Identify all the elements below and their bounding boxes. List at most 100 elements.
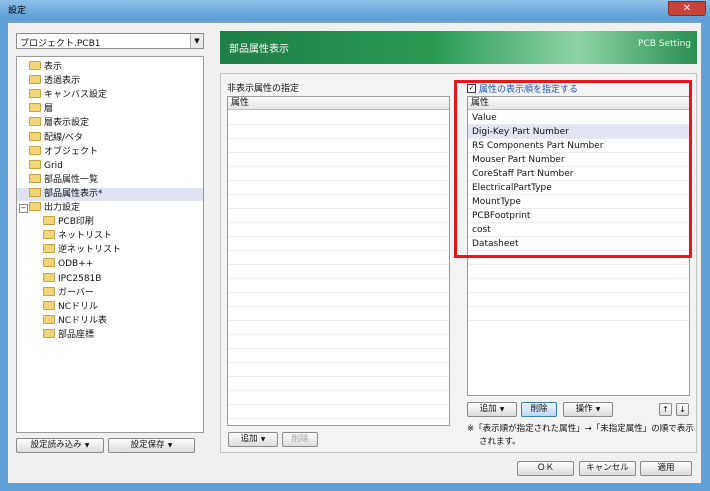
- hidden-add-button[interactable]: 追加 ▼: [228, 432, 278, 447]
- empty-row[interactable]: [228, 181, 449, 195]
- dropdown-arrow-icon: ▼: [167, 442, 173, 449]
- empty-row[interactable]: [228, 349, 449, 363]
- empty-row[interactable]: [228, 251, 449, 265]
- empty-row[interactable]: [228, 335, 449, 349]
- folder-icon: [29, 75, 41, 85]
- empty-row[interactable]: [468, 265, 689, 279]
- empty-row[interactable]: [228, 223, 449, 237]
- empty-row[interactable]: [228, 321, 449, 335]
- settings-window: 設定 ✕ プロジェクト.PCB1 ▼ 表示透過表示 キャンバス設定層層表示設定配線…: [0, 0, 710, 491]
- move-down-button[interactable]: ↓: [676, 403, 689, 416]
- order-add-label: 追加: [479, 404, 497, 414]
- empty-row[interactable]: [468, 307, 689, 321]
- tree-item[interactable]: PCB印刷: [43, 216, 94, 229]
- dropdown-arrow-icon: ▼: [595, 406, 601, 413]
- empty-row[interactable]: [228, 111, 449, 125]
- tree-item[interactable]: ODB++: [43, 258, 93, 271]
- hidden-delete-button[interactable]: 削除: [282, 432, 318, 447]
- tree-item[interactable]: IPC2581B: [43, 272, 101, 286]
- empty-row[interactable]: [228, 293, 449, 307]
- order-add-button[interactable]: 追加 ▼: [467, 402, 517, 417]
- tree-item[interactable]: 部品属性一覧: [29, 173, 99, 187]
- tree-item[interactable]: ガーバー: [43, 286, 94, 300]
- tree-item-label: 層表示設定: [44, 118, 90, 129]
- tree-item-label: Grid: [44, 160, 63, 171]
- empty-row[interactable]: [228, 363, 449, 377]
- project-select-value: プロジェクト.PCB1: [20, 39, 101, 49]
- empty-row[interactable]: [228, 167, 449, 181]
- empty-row[interactable]: [228, 391, 449, 405]
- empty-row[interactable]: [228, 139, 449, 153]
- empty-row[interactable]: [468, 293, 689, 307]
- tree-item-label: NCドリル表: [58, 315, 108, 326]
- empty-row[interactable]: [228, 153, 449, 167]
- empty-row[interactable]: [228, 209, 449, 223]
- tree-item-label: 部品属性一覧: [44, 174, 99, 185]
- folder-icon: [43, 328, 55, 338]
- section-title: 部品属性表示: [229, 44, 289, 55]
- tree-item[interactable]: 表示: [29, 61, 62, 74]
- dropdown-arrow-icon: ▼: [84, 442, 90, 449]
- tree-item[interactable]: 配線/ベタ: [29, 131, 83, 145]
- folder-icon: [43, 300, 55, 310]
- tree-item-label: NCドリル: [58, 301, 99, 312]
- tree-item[interactable]: 部品属性表示*: [17, 187, 203, 201]
- tree-item[interactable]: ネットリスト: [43, 230, 112, 243]
- tree-item[interactable]: 部品座標: [43, 328, 95, 342]
- tree-item-label: ガーバー: [58, 287, 94, 298]
- empty-row[interactable]: [228, 307, 449, 321]
- folder-icon: [29, 89, 41, 99]
- chevron-down-icon[interactable]: ▼: [190, 34, 203, 48]
- hidden-add-label: 追加: [240, 434, 258, 444]
- tree-item[interactable]: 逆ネットリスト: [43, 244, 121, 257]
- empty-row[interactable]: [228, 377, 449, 391]
- apply-button[interactable]: 適用: [640, 461, 692, 476]
- save-settings-button[interactable]: 設定保存 ▼: [108, 438, 195, 453]
- move-up-button[interactable]: ↑: [659, 403, 672, 416]
- empty-row[interactable]: [228, 405, 449, 419]
- tree-item-label: 部品座標: [58, 329, 95, 340]
- tree-item[interactable]: キャンバス設定: [29, 89, 107, 102]
- hidden-attrs-list[interactable]: 属性: [227, 96, 450, 426]
- cancel-button[interactable]: キャンセル: [579, 461, 636, 476]
- collapse-icon[interactable]: −: [19, 204, 28, 213]
- tree-item[interactable]: 層: [29, 103, 53, 116]
- empty-row[interactable]: [468, 279, 689, 293]
- hidden-attrs-column-header[interactable]: 属性: [228, 97, 449, 110]
- folder-icon: [43, 258, 55, 268]
- tree-item[interactable]: NCドリル: [43, 300, 99, 314]
- tree-item-label: 表示: [44, 62, 63, 72]
- highlight-box: [454, 80, 692, 258]
- title-bar[interactable]: 設定 ✕: [0, 0, 710, 18]
- project-select[interactable]: プロジェクト.PCB1 ▼: [16, 33, 204, 49]
- tree-item[interactable]: NCドリル表: [43, 314, 108, 328]
- empty-row[interactable]: [228, 125, 449, 139]
- tree-item-label: 出力設定: [44, 203, 81, 213]
- save-settings-label: 設定保存: [130, 440, 165, 450]
- empty-row[interactable]: [228, 265, 449, 279]
- section-subtitle: PCB Setting: [638, 39, 691, 49]
- folder-icon: [29, 202, 41, 211]
- tree-item-label: 逆ネットリスト: [58, 245, 122, 256]
- empty-row[interactable]: [228, 195, 449, 209]
- section-header: 部品属性表示 PCB Setting: [220, 31, 697, 64]
- tree-item[interactable]: 層表示設定: [29, 117, 89, 130]
- load-settings-button[interactable]: 設定読み込み ▼: [16, 438, 104, 453]
- folder-icon: [43, 230, 55, 240]
- order-delete-button[interactable]: 削除: [521, 402, 557, 417]
- settings-tree[interactable]: 表示透過表示 キャンバス設定層層表示設定配線/ベタ オブジェクト Grid 部品属性一覧…: [16, 56, 204, 433]
- folder-icon: [29, 159, 41, 169]
- close-button[interactable]: ✕: [668, 1, 706, 16]
- empty-row[interactable]: [228, 237, 449, 251]
- tree-item[interactable]: オブジェクト: [29, 145, 98, 159]
- tree-item-label: PCB印刷: [58, 217, 94, 228]
- dropdown-arrow-icon: ▼: [499, 406, 505, 413]
- tree-item[interactable]: Grid: [29, 159, 63, 173]
- tree-item[interactable]: 透過表示: [29, 75, 80, 88]
- order-note-line2: されます。: [479, 437, 521, 447]
- ok-button[interactable]: ＯＫ: [517, 461, 574, 476]
- tree-item[interactable]: − 出力設定: [19, 202, 81, 215]
- empty-row[interactable]: [228, 279, 449, 293]
- folder-icon: [29, 173, 41, 183]
- operation-button[interactable]: 操作 ▼: [563, 402, 613, 417]
